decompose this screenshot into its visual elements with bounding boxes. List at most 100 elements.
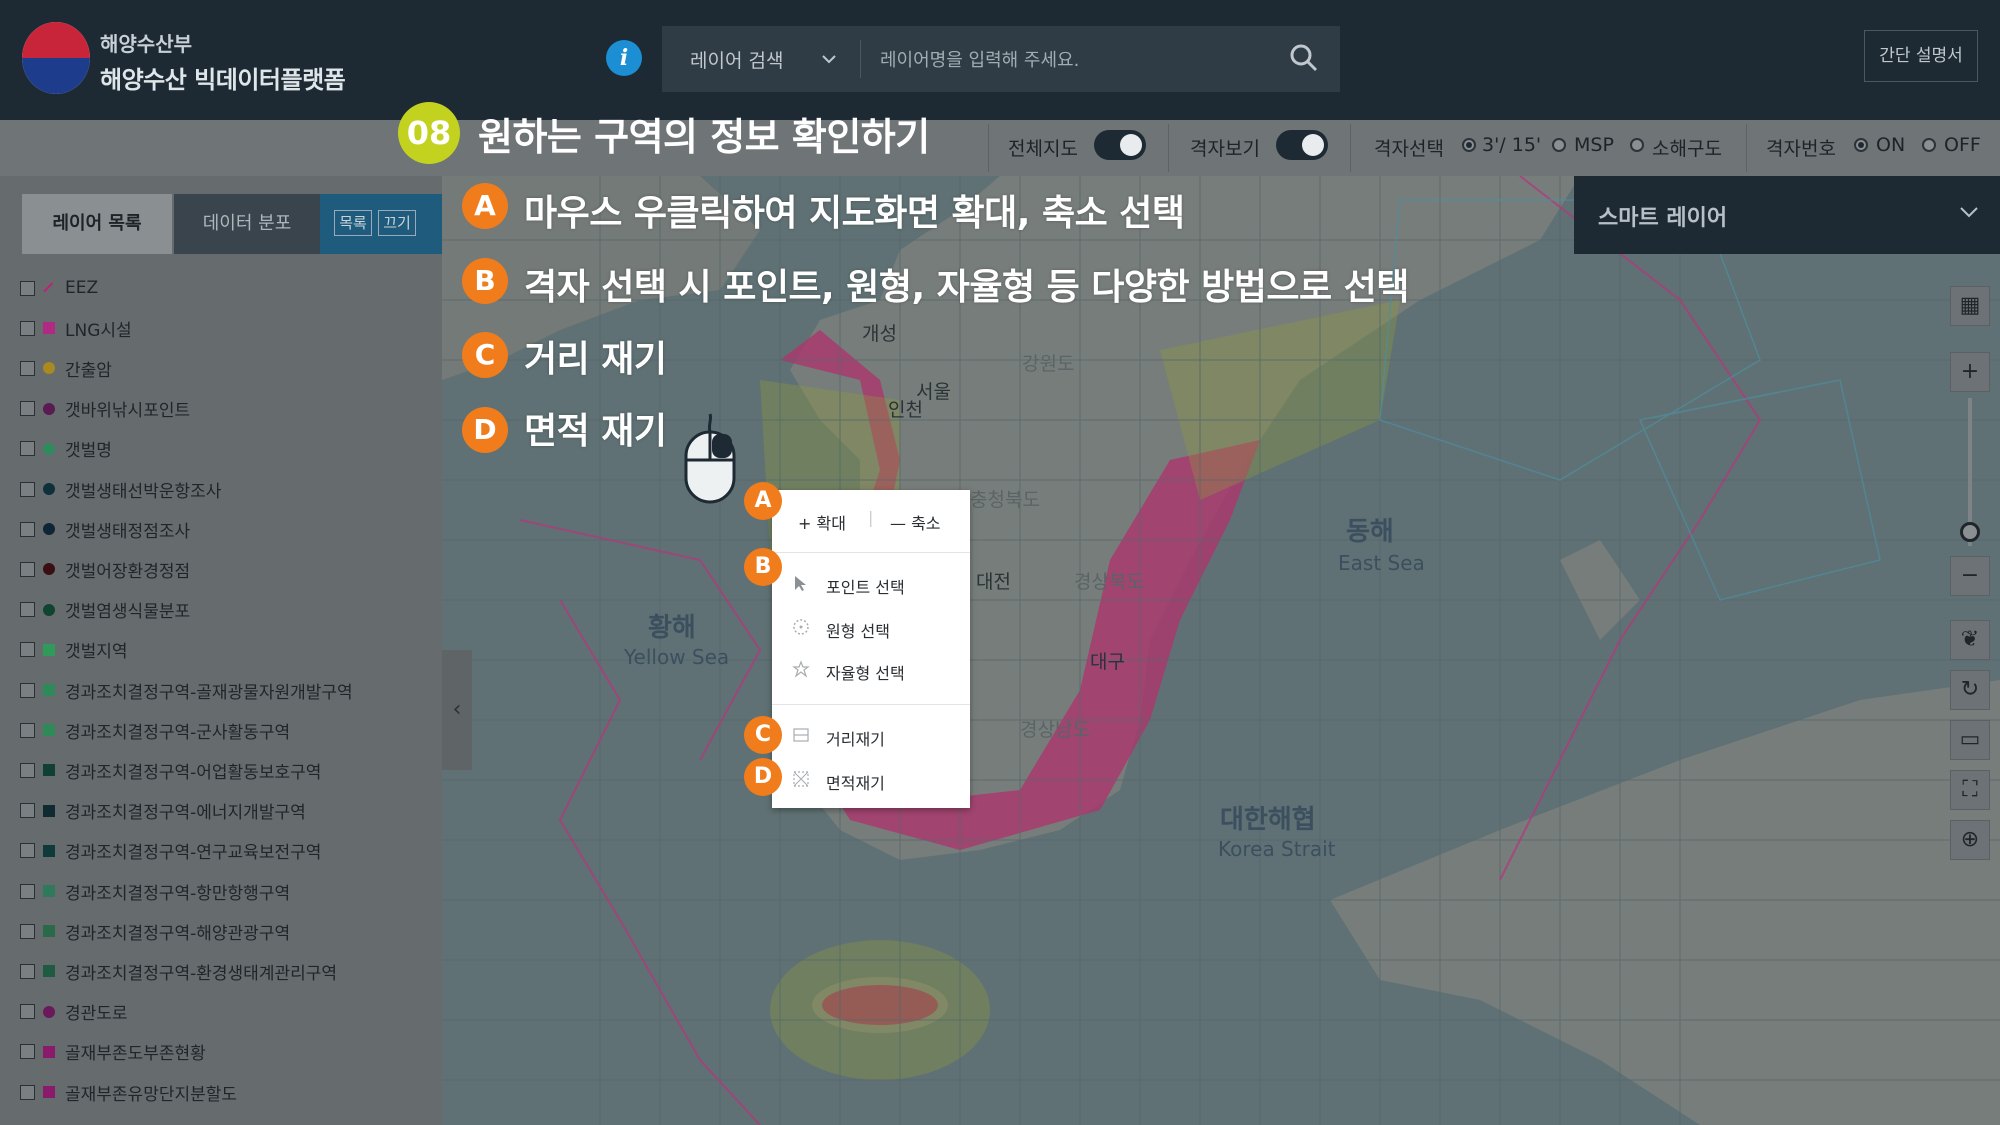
layer-checkbox[interactable]	[20, 401, 35, 417]
platform-name[interactable]: 해양수산 빅데이터플랫폼	[100, 60, 346, 95]
grid-option-3-15-label[interactable]: 3'/ 15'	[1482, 134, 1541, 156]
layer-list-item[interactable]: 경과조치결정구역-항만항행구역	[20, 877, 290, 905]
layer-list-item[interactable]: 골재부존도부존현황	[20, 1038, 206, 1066]
panel-collapse-button[interactable]: ‹	[442, 650, 472, 770]
layer-list-item[interactable]: LNG시설	[20, 314, 132, 342]
map-label-gangwon: 강원도	[1022, 353, 1074, 375]
layer-checkbox[interactable]	[20, 481, 35, 497]
layer-checkbox[interactable]	[20, 642, 35, 658]
grid-number-off-label[interactable]: OFF	[1944, 134, 1981, 156]
search-icon[interactable]	[1288, 42, 1320, 74]
mouse-icon	[684, 413, 736, 504]
off-button[interactable]: 끄기	[378, 210, 416, 236]
taegeuk-logo-icon[interactable]	[22, 22, 90, 94]
grid-view-toggle[interactable]	[1276, 130, 1328, 160]
layer-label: LNG시설	[65, 320, 132, 341]
layer-label: 골재부존유망단지분할도	[65, 1084, 238, 1105]
grid-number-on-label[interactable]: ON	[1876, 134, 1905, 156]
layer-list-item[interactable]: 갯벌생태정점조사	[20, 515, 190, 543]
layer-list-item[interactable]: 갯벌염생식물분포	[20, 596, 190, 624]
zoom-in-icon[interactable]: +	[1950, 352, 1990, 392]
grid-option-msp-radio[interactable]	[1552, 138, 1566, 152]
layer-list-item[interactable]: 경과조치결정구역-군사활동구역	[20, 716, 290, 744]
layer-list-item[interactable]: EEZ	[20, 274, 98, 302]
annotation-text-b: 격자 선택 시 포인트, 원형, 자율형 등 다양한 방법으로 선택	[524, 267, 1409, 308]
korea-map-icon[interactable]: ❦	[1950, 620, 1990, 660]
layer-list-item[interactable]: 경과조치결정구역-골재광물자원개발구역	[20, 676, 353, 704]
full-map-toggle[interactable]	[1094, 130, 1146, 160]
layer-checkbox[interactable]	[20, 762, 35, 778]
layer-checkbox[interactable]	[20, 803, 35, 819]
map-view[interactable]: 개성 서울 인천 강원도 충청북도 경상북도 대구 경상남도 대전 동해 Eas…	[442, 176, 2000, 1125]
list-button[interactable]: 목록	[334, 210, 372, 236]
layer-checkbox[interactable]	[20, 561, 35, 577]
grid-number-off-radio[interactable]	[1922, 138, 1936, 152]
layer-checkbox[interactable]	[20, 883, 35, 899]
grid-option-sohae-label[interactable]: 소해구도	[1652, 134, 1722, 161]
layer-list-item[interactable]: 경과조치결정구역-환경생태계관리구역	[20, 957, 337, 985]
layer-label: 갯벌생태정점조사	[65, 521, 191, 542]
layer-checkbox[interactable]	[20, 280, 35, 296]
layer-list-item[interactable]: 경관도로	[20, 998, 128, 1026]
distance-menu-item[interactable]: 거리재기	[826, 726, 885, 750]
layer-checkbox[interactable]	[20, 682, 35, 698]
layer-list-item[interactable]: 경과조치결정구역-연구교육보전구역	[20, 837, 321, 865]
layer-checkbox[interactable]	[20, 1004, 35, 1020]
layer-checkbox[interactable]	[20, 923, 35, 939]
layer-checkbox[interactable]	[20, 963, 35, 979]
layer-checkbox[interactable]	[20, 320, 35, 336]
layer-checkbox[interactable]	[20, 1044, 35, 1060]
tab-layer-list[interactable]: 레이어 목록	[22, 194, 172, 254]
layer-list-item[interactable]: 골재부존유망단지분할도	[20, 1078, 237, 1106]
layer-list-item[interactable]: 갯벌생태선박운항조사	[20, 475, 221, 503]
grid-option-msp-label[interactable]: MSP	[1574, 134, 1614, 156]
layer-list-item[interactable]: 경과조치결정구역-에너지개발구역	[20, 797, 306, 825]
area-icon[interactable]: ⛶	[1950, 770, 1990, 810]
manual-button[interactable]: 간단 설명서	[1864, 30, 1978, 82]
layer-label: 갯벌명	[65, 441, 112, 462]
tab-data-distribution[interactable]: 데이터 분포	[174, 194, 320, 254]
info-icon[interactable]: i	[606, 40, 642, 76]
layer-search-input[interactable]	[878, 40, 1262, 80]
grid-number-on-radio[interactable]	[1854, 138, 1868, 152]
search-type-select[interactable]: 레이어 검색	[690, 46, 783, 73]
ruler-icon[interactable]: ▭	[1950, 720, 1990, 760]
layer-swatch-icon	[43, 764, 55, 777]
layer-checkbox[interactable]	[20, 722, 35, 738]
point-select-menu-item[interactable]: 포인트 선택	[826, 574, 905, 598]
layer-checkbox[interactable]	[20, 602, 35, 618]
free-select-menu-item[interactable]: 자율형 선택	[826, 660, 905, 684]
refresh-icon[interactable]: ↻	[1950, 670, 1990, 710]
zoom-slider-handle[interactable]	[1960, 522, 1980, 542]
layers-grid-icon[interactable]: ▦	[1950, 286, 1990, 326]
full-map-label: 전체지도	[1008, 138, 1078, 160]
layer-list-item[interactable]: 경과조치결정구역-어업활동보호구역	[20, 756, 321, 784]
chevron-down-icon[interactable]	[1958, 204, 1980, 220]
grid-number-label: 격자번호	[1766, 138, 1836, 160]
map-label-yellow-sea-ko: 황해	[648, 613, 696, 643]
layer-checkbox[interactable]	[20, 360, 35, 376]
chevron-down-icon[interactable]	[820, 50, 838, 68]
area-menu-item[interactable]: 면적재기	[826, 770, 885, 794]
grid-option-3-15-radio[interactable]	[1462, 138, 1476, 152]
zoom-out-icon[interactable]: −	[1950, 556, 1990, 596]
layer-list-item[interactable]: 갯바위낚시포인트	[20, 395, 190, 423]
layer-list-item[interactable]: 갯벌어장환경정점	[20, 555, 190, 583]
layer-list-item[interactable]: 갯벌지역	[20, 636, 128, 664]
layer-list-item[interactable]: 경과조치결정구역-해양관광구역	[20, 917, 290, 945]
layer-label: 골재부존도부존현황	[65, 1044, 206, 1065]
layer-list-item[interactable]: 갯벌명	[20, 435, 112, 463]
layer-checkbox[interactable]	[20, 521, 35, 537]
layer-swatch-icon	[43, 724, 55, 737]
layer-checkbox[interactable]	[20, 843, 35, 859]
zoom-in-menu-item[interactable]: + 확대	[798, 510, 846, 534]
circle-select-menu-item[interactable]: 원형 선택	[826, 618, 890, 642]
layer-list-item[interactable]: 간출암	[20, 354, 112, 382]
globe-icon[interactable]: ⊕	[1950, 820, 1990, 860]
zoom-out-menu-item[interactable]: — 축소	[890, 510, 941, 534]
layer-checkbox[interactable]	[20, 441, 35, 457]
grid-option-sohae-radio[interactable]	[1630, 138, 1644, 152]
layer-checkbox[interactable]	[20, 1084, 35, 1100]
toolbar-divider	[988, 124, 989, 172]
smart-layer-title: 스마트 레이어	[1598, 206, 1728, 231]
